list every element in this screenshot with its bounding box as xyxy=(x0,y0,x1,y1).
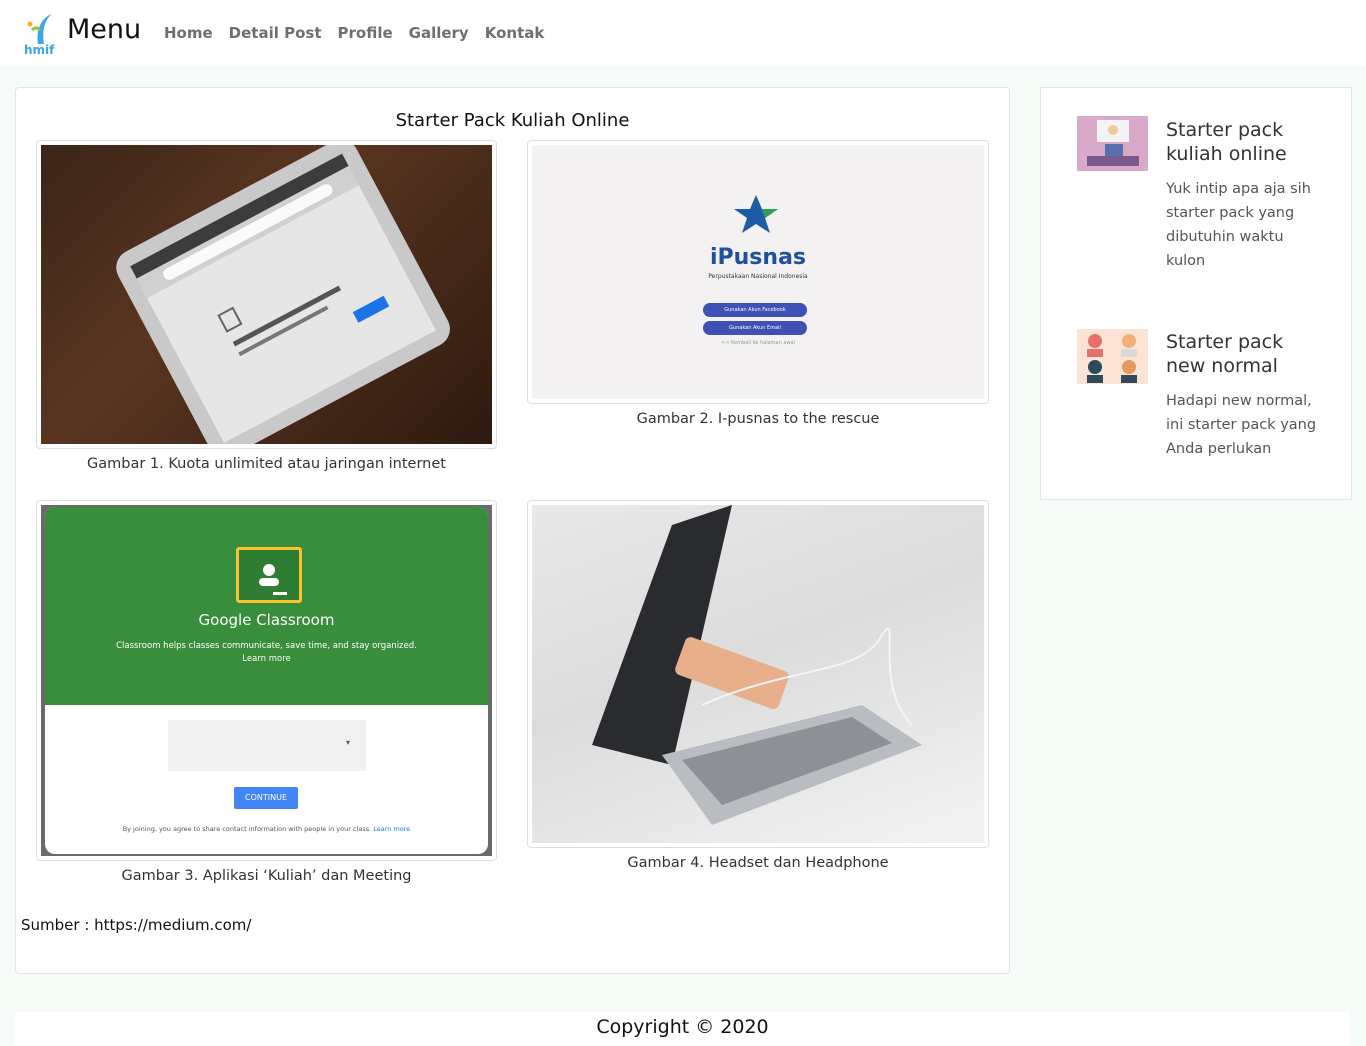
sidebar-card-2[interactable]: Starter pack new normal Hadapi new norma… xyxy=(1040,300,1352,500)
sidebar-item-2-image[interactable] xyxy=(1077,329,1148,384)
figure-1: Gambar 1. Kuota unlimited atau jaringan … xyxy=(36,140,497,472)
figure-2: iPusnas Perpustakaan Nasional Indonesia … xyxy=(527,140,989,427)
nav-link-kontak[interactable]: Kontak xyxy=(485,24,545,42)
figure-3-image: Google Classroom Classroom helps classes… xyxy=(36,500,497,861)
chevron-down-icon: ▾ xyxy=(345,738,350,747)
ipusnas-app-name: iPusnas xyxy=(709,245,807,270)
figure-2-image: iPusnas Perpustakaan Nasional Indonesia … xyxy=(527,140,989,404)
nav-link-gallery[interactable]: Gallery xyxy=(409,24,469,42)
nav-link-home[interactable]: Home xyxy=(164,24,213,42)
classroom-logo-icon xyxy=(236,547,302,603)
figure-3-caption: Gambar 3. Aplikasi ‘Kuliah’ dan Meeting xyxy=(121,868,412,884)
sidebar-card-1[interactable]: Starter pack kuliah online Yuk intip apa… xyxy=(1040,87,1352,303)
ipusnas-facebook-button: Gunakan Akun Facebook xyxy=(703,303,807,317)
figure-3: Google Classroom Classroom helps classes… xyxy=(36,500,497,884)
sidebar-item-1-title[interactable]: Starter pack kuliah online xyxy=(1166,118,1326,166)
classroom-terms: By joining, you agree to share contact i… xyxy=(122,825,411,833)
nav-links: Home Detail Post Profile Gallery Kontak xyxy=(164,24,544,42)
figure-4-caption: Gambar 4. Headset dan Headphone xyxy=(627,855,889,871)
nav-link-detail-post[interactable]: Detail Post xyxy=(229,24,322,42)
navbar: hmif Menu Home Detail Post Profile Galle… xyxy=(0,0,1366,66)
sidebar-item-1-text: Yuk intip apa aja sih starter pack yang … xyxy=(1166,181,1311,269)
article-card: Starter Pack Kuliah Online Gambar 1. Kuo… xyxy=(15,87,1010,974)
article-source[interactable]: Sumber : https://medium.com/ xyxy=(21,916,251,934)
navbar-brand[interactable]: Menu xyxy=(67,14,141,45)
footer-copyright: Copyright © 2020 xyxy=(596,1016,769,1038)
nav-link-profile[interactable]: Profile xyxy=(338,24,393,42)
classroom-app-name: Google Classroom xyxy=(198,611,335,629)
sidebar-item-2-title[interactable]: Starter pack new normal xyxy=(1166,330,1326,378)
figure-2-caption: Gambar 2. I-pusnas to the rescue xyxy=(636,411,880,427)
article-title: Starter Pack Kuliah Online xyxy=(395,110,630,131)
figure-4-image xyxy=(527,500,989,848)
hmif-logo[interactable]: hmif xyxy=(22,10,62,58)
sidebar-item-2-text: Hadapi new normal, ini starter pack yang… xyxy=(1166,393,1317,457)
footer: Copyright © 2020 xyxy=(15,1012,1350,1046)
svg-text:hmif: hmif xyxy=(24,43,55,57)
figure-1-image xyxy=(36,140,497,449)
figure-4: Gambar 4. Headset dan Headphone xyxy=(527,500,989,871)
classroom-continue-button: CONTINUE xyxy=(234,787,298,809)
ipusnas-email-button: Gunakan Akun Email xyxy=(703,321,807,335)
sidebar-item-1-image[interactable] xyxy=(1077,116,1148,171)
figure-1-caption: Gambar 1. Kuota unlimited atau jaringan … xyxy=(87,456,446,472)
ipusnas-star-icon xyxy=(734,195,778,233)
classroom-select: ▾ xyxy=(168,720,366,771)
